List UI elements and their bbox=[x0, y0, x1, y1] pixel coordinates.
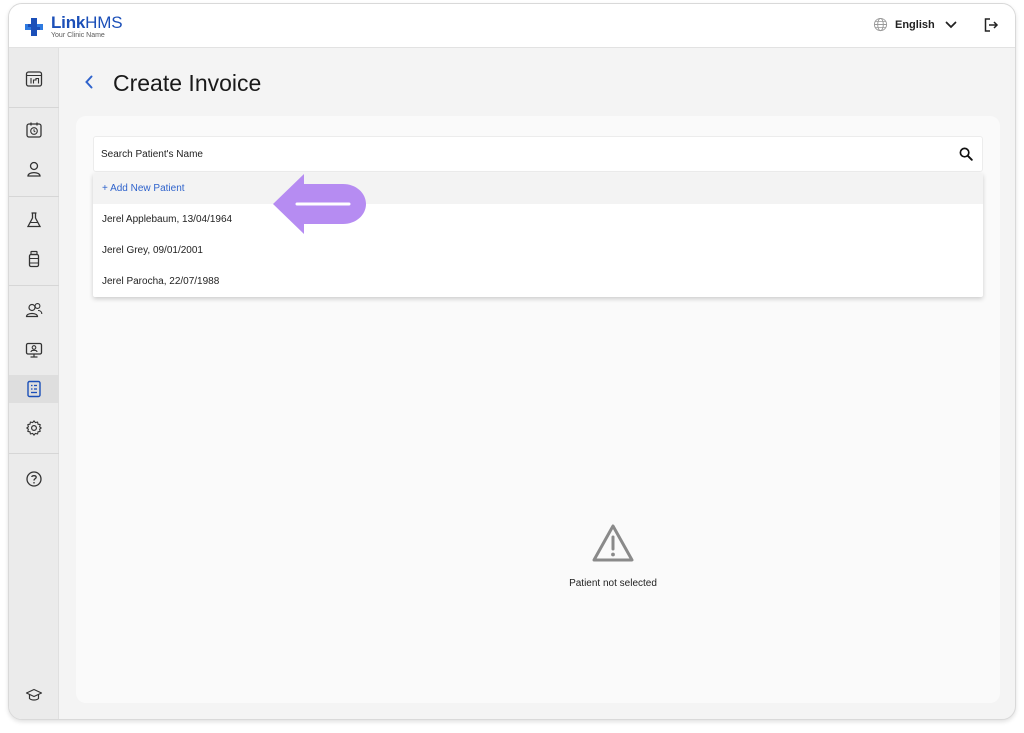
appointments-icon bbox=[26, 122, 42, 138]
invoice-card: + Add New Patient Jerel Applebaum, 13/04… bbox=[76, 116, 1000, 703]
sidebar-item-dashboard[interactable] bbox=[9, 65, 59, 93]
staff-icon bbox=[25, 303, 43, 318]
patient-option[interactable]: Jerel Parocha, 22/07/1988 bbox=[93, 266, 983, 297]
settings-icon bbox=[26, 420, 42, 436]
sidebar bbox=[9, 48, 59, 719]
warning-icon bbox=[592, 524, 634, 562]
patient-search-input[interactable] bbox=[94, 137, 944, 171]
help-icon bbox=[26, 471, 42, 487]
patient-search-results: + Add New Patient Jerel Applebaum, 13/04… bbox=[93, 173, 983, 297]
page-title: Create Invoice bbox=[113, 70, 262, 96]
chevron-left-icon bbox=[85, 75, 93, 89]
logout-icon bbox=[984, 18, 999, 32]
sidebar-item-settings[interactable] bbox=[9, 414, 59, 442]
sidebar-item-appointments[interactable] bbox=[9, 116, 59, 144]
sidebar-item-patients[interactable] bbox=[9, 155, 59, 183]
back-button[interactable] bbox=[83, 74, 95, 95]
app-window: LinkHMS Your Clinic Name English Create … bbox=[8, 3, 1016, 720]
sidebar-item-pharmacy[interactable] bbox=[9, 245, 59, 273]
patient-option[interactable]: Jerel Applebaum, 13/04/1964 bbox=[93, 204, 983, 235]
sidebar-item-lab[interactable] bbox=[9, 206, 59, 234]
invoice-icon bbox=[27, 380, 41, 398]
lab-icon bbox=[26, 212, 42, 228]
language-label: English bbox=[895, 18, 935, 31]
annotation-arrow-icon bbox=[273, 174, 366, 234]
search-icon[interactable] bbox=[959, 147, 973, 161]
add-new-patient-option[interactable]: + Add New Patient bbox=[93, 173, 983, 204]
patient-search bbox=[93, 136, 983, 172]
sidebar-item-staff[interactable] bbox=[9, 296, 59, 324]
clinic-name: Your Clinic Name bbox=[51, 32, 105, 39]
sidebar-item-academy[interactable] bbox=[9, 681, 59, 709]
brand-name: LinkHMS bbox=[51, 13, 123, 32]
patient-icon bbox=[27, 161, 41, 177]
sidebar-item-help[interactable] bbox=[9, 465, 59, 493]
patient-option[interactable]: Jerel Grey, 09/01/2001 bbox=[93, 235, 983, 266]
globe-icon bbox=[873, 17, 888, 32]
sidebar-item-invoices[interactable] bbox=[9, 375, 59, 403]
pharmacy-icon bbox=[28, 250, 40, 268]
chevron-down-icon bbox=[945, 21, 957, 28]
language-selector[interactable]: English bbox=[873, 17, 957, 32]
empty-state-message: Patient not selected bbox=[569, 578, 657, 589]
logout-button[interactable] bbox=[983, 17, 999, 38]
sidebar-item-telemedicine[interactable] bbox=[9, 336, 59, 364]
dashboard-icon bbox=[25, 71, 43, 87]
medical-cross-icon bbox=[25, 18, 43, 36]
top-bar: LinkHMS Your Clinic Name English bbox=[9, 4, 1015, 48]
telemedicine-icon bbox=[25, 342, 43, 358]
app-logo[interactable]: LinkHMS Your Clinic Name bbox=[24, 13, 123, 39]
academy-icon bbox=[25, 688, 43, 701]
